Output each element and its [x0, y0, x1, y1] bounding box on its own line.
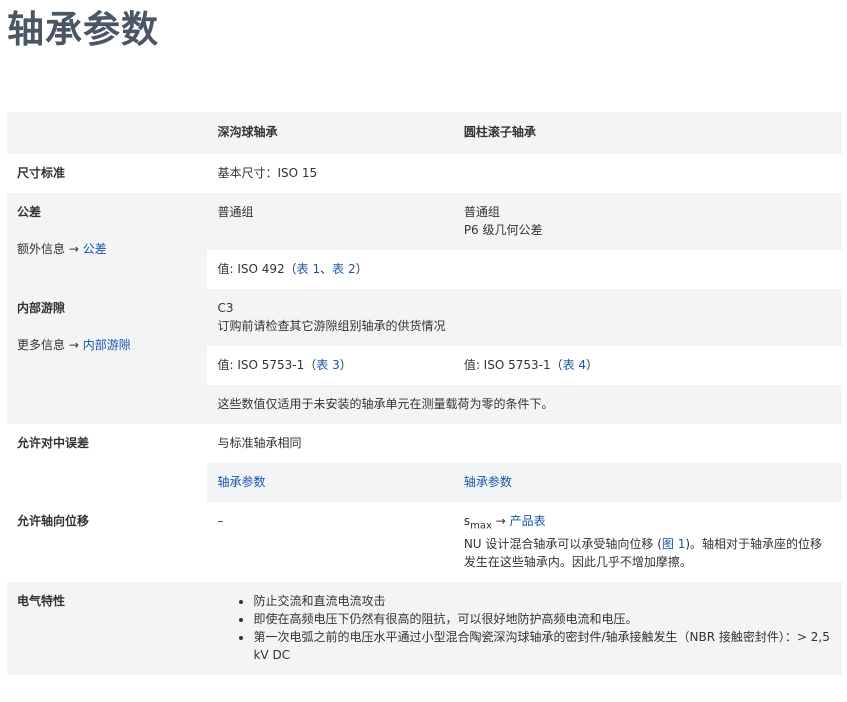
bearing-data-deep-link[interactable]: 轴承参数	[217, 475, 265, 489]
product-table-link[interactable]: 产品表	[510, 514, 546, 528]
table-row: 内部游隙 更多信息 → 内部游隙 C3 订购前请检查其它游隙组别轴承的供货情况	[7, 289, 842, 424]
header-cylindrical: 圆柱滚子轴承	[463, 125, 536, 139]
tolerance-cylindrical: 普通组 P6 级几何公差	[454, 193, 842, 250]
tolerance-value-sep: 、	[320, 262, 333, 276]
table-2-link[interactable]: 表 2	[332, 262, 355, 276]
table-row: 公差 额外信息 → 公差 普通组 普通组 P6 级几何公差	[7, 193, 842, 289]
list-item: 第一次电弧之前的电压水平通过小型混合陶瓷深沟球轴承的密封件/轴承接触发生（NBR…	[253, 628, 832, 664]
row-label-cell-tolerance: 公差 额外信息 → 公差	[7, 193, 208, 289]
tolerance-note-prefix: 额外信息 →	[17, 242, 83, 256]
clearance-cyl-value: 值: ISO 5753-1（表 4）	[453, 346, 842, 385]
electrical-list-cell: 防止交流和直流电流攻击 即使在高频电压下仍然有很高的阻抗，可以很好地防护高频电流…	[207, 582, 842, 675]
bearing-data-deep-cell: 轴承参数	[207, 463, 454, 502]
row-label-misalignment: 允许对中误差	[17, 436, 90, 450]
clearance-note-prefix: 更多信息 →	[17, 338, 83, 352]
table-3-link[interactable]: 表 3	[316, 358, 339, 372]
tolerance-link[interactable]: 公差	[83, 242, 107, 256]
axial-desc-prefix: NU 设计混合轴承可以承受轴向位移 (	[463, 537, 662, 552]
table-1-link[interactable]: 表 1	[297, 262, 320, 276]
row-label-dimension: 尺寸标准	[17, 166, 66, 180]
table-4-link[interactable]: 表 4	[563, 358, 586, 372]
tolerance-deep-groove: 普通组	[217, 205, 254, 219]
clearance-note: 更多信息 → 内部游隙	[17, 336, 197, 354]
axial-description: NU 设计混合轴承可以承受轴向位移 (图 1)。轴相对于轴承座的位移发生在这些轴…	[464, 535, 832, 571]
clearance-deep-value: 值: ISO 5753-1（表 3）	[207, 346, 454, 385]
smax-arrow: →	[491, 514, 510, 528]
misalignment-value: 与标准轴承相同	[217, 436, 302, 450]
clearance-cyl-suffix: ）	[586, 358, 599, 372]
empty-label-cell	[7, 463, 207, 502]
clearance-cyl-prefix: 值: ISO 5753-1（	[463, 358, 563, 372]
tolerance-note: 额外信息 → 公差	[17, 240, 197, 258]
header-empty-cell	[7, 112, 207, 154]
table-row: 电气特性 防止交流和直流电流攻击 即使在高频电压下仍然有很高的阻抗，可以很好地防…	[7, 582, 842, 676]
table-row: 尺寸标准 基本尺寸：ISO 15	[7, 154, 842, 193]
table-row: 允许对中误差 与标准轴承相同	[7, 424, 842, 463]
internal-clearance-link[interactable]: 内部游隙	[83, 338, 131, 352]
clearance-deep-prefix: 值: ISO 5753-1（	[217, 358, 317, 372]
electrical-bullet-list: 防止交流和直流电流攻击 即使在高频电压下仍然有很高的阻抗，可以很好地防护高频电流…	[217, 592, 832, 664]
clearance-class: C3 订购前请检查其它游隙组别轴承的供货情况	[207, 289, 842, 346]
tolerance-value-suffix: ）	[355, 262, 368, 276]
row-label-cell-clearance: 内部游隙 更多信息 → 内部游隙	[7, 289, 208, 424]
bearing-data-cyl-cell: 轴承参数	[453, 463, 842, 502]
clearance-line2: 订购前请检查其它游隙组别轴承的供货情况	[217, 319, 446, 333]
row-label-clearance: 内部游隙	[17, 301, 66, 315]
row-label-axial: 允许轴向位移	[17, 514, 90, 528]
table-header-row: 深沟球轴承 圆柱滚子轴承	[7, 112, 842, 154]
list-item: 防止交流和直流电流攻击	[253, 592, 832, 610]
smax-line: smax → 产品表	[464, 512, 832, 535]
list-item: 即使在高频电压下仍然有很高的阻抗，可以很好地防护高频电流和电压。	[253, 610, 832, 628]
bearing-parameters-table: 深沟球轴承 圆柱滚子轴承 尺寸标准 基本尺寸：ISO 15 公差 额外信息 → …	[7, 112, 842, 676]
clearance-line1: C3	[217, 301, 234, 315]
tolerance-value-prefix: 值: ISO 492（	[217, 262, 297, 276]
axial-cyl-value: smax → 产品表 NU 设计混合轴承可以承受轴向位移 (图 1)。轴相对于轴…	[454, 502, 842, 582]
clearance-footnote: 这些数值仅适用于未安装的轴承单元在测量载荷为零的条件下。	[217, 397, 554, 411]
row-label-tolerance: 公差	[17, 205, 42, 219]
figure-1-link[interactable]: 图 1	[662, 537, 685, 551]
tolerance-cyl-line2: P6 级几何公差	[463, 223, 543, 237]
smax-subscript: max	[470, 520, 492, 532]
tolerance-cyl-line1: 普通组	[463, 205, 500, 219]
header-deep-groove: 深沟球轴承	[217, 125, 278, 139]
dimension-value: 基本尺寸：ISO 15	[217, 166, 318, 180]
bearing-data-cyl-link[interactable]: 轴承参数	[464, 475, 512, 489]
row-label-electrical: 电气特性	[17, 594, 66, 609]
table-row: 允许轴向位移 – smax → 产品表 NU 设计混合轴承可以承受轴向位移 (图…	[7, 502, 842, 582]
page-title: 轴承参数	[7, 8, 159, 51]
axial-deep-value: –	[217, 514, 224, 528]
table-row: 轴承参数 轴承参数	[7, 463, 842, 502]
tolerance-values: 值: ISO 492（表 1、表 2）	[207, 250, 842, 289]
clearance-deep-suffix: ）	[339, 358, 352, 372]
